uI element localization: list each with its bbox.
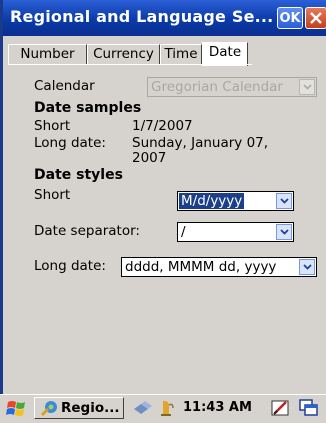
tab-time[interactable]: Time — [160, 44, 202, 64]
taskbar: Regio... 11:43 AM — [0, 394, 326, 421]
long-sample-label: Long date: — [34, 135, 106, 151]
close-button[interactable] — [305, 7, 326, 29]
window-title: Regional and Language Se... — [10, 7, 274, 26]
date-samples-heading: Date samples — [34, 100, 142, 116]
title-bar: Regional and Language Se... OK — [3, 0, 326, 36]
short-style-dropdown-button[interactable] — [276, 193, 292, 209]
long-style-select[interactable]: dddd, MMMM dd, yyyy — [121, 257, 317, 277]
tab-number[interactable]: Number — [8, 44, 87, 64]
start-button[interactable] — [6, 399, 28, 419]
chevron-down-icon — [303, 264, 312, 270]
system-tray: 11:43 AM — [131, 397, 326, 419]
calendar-value: Gregorian Calendar — [151, 79, 283, 95]
date-separator-dropdown-button[interactable] — [276, 224, 292, 240]
date-separator-value[interactable]: / — [181, 224, 186, 240]
chevron-down-icon — [280, 198, 289, 204]
taskbar-task-label: Regio... — [61, 400, 120, 416]
pocket-pc-screen: Regional and Language Se... OK Number Cu… — [0, 0, 326, 421]
chevron-down-icon — [280, 229, 289, 235]
tab-currency[interactable]: Currency — [87, 44, 160, 64]
short-style-label: Short — [34, 187, 71, 203]
long-sample-value-line1: Sunday, January 07, — [132, 135, 269, 151]
date-separator-select[interactable]: / — [177, 222, 294, 242]
tab-date[interactable]: Date — [202, 42, 248, 66]
short-sample-value: 1/7/2007 — [132, 118, 193, 134]
short-sample-label: Short — [34, 118, 71, 134]
date-styles-heading: Date styles — [34, 167, 123, 183]
calendar-label: Calendar — [34, 78, 95, 94]
long-style-dropdown-button[interactable] — [299, 259, 315, 275]
speaker-icon[interactable] — [157, 399, 177, 417]
connectivity-icon[interactable] — [133, 400, 153, 416]
short-style-value[interactable]: M/d/yyyy — [179, 193, 245, 209]
clock[interactable]: 11:43 AM — [183, 400, 252, 415]
calendar-dropdown-button — [299, 79, 315, 95]
long-style-value[interactable]: dddd, MMMM dd, yyyy — [125, 259, 276, 275]
chevron-down-icon — [303, 84, 312, 90]
close-icon — [310, 12, 322, 24]
calendar-select: Gregorian Calendar — [147, 77, 317, 97]
window-switch-icon[interactable] — [299, 399, 319, 417]
short-style-select[interactable]: M/d/yyyy — [177, 191, 294, 211]
windows-flag-icon — [6, 401, 25, 416]
long-sample-value-line2: 2007 — [132, 150, 167, 166]
dialog-content: Number Currency Time Date Calendar Grego… — [3, 36, 326, 394]
date-separator-label: Date separator: — [34, 223, 140, 239]
settings-app-icon — [41, 401, 57, 416]
input-panel-icon[interactable] — [271, 399, 291, 417]
taskbar-task-regional[interactable]: Regio... — [34, 397, 124, 419]
ok-button[interactable]: OK — [277, 7, 303, 29]
long-style-label: Long date: — [34, 258, 106, 274]
